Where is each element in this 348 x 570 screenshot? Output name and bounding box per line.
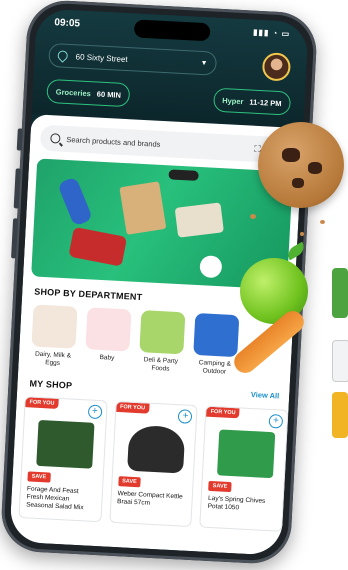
product-card[interactable]: FOR YOU + SAVE Lay's Spring Chives Potat…	[199, 405, 289, 532]
department-label: Dairy, Milk & Eggs	[34, 350, 72, 367]
search-input[interactable]: Search products and brands	[66, 134, 161, 148]
camping-tile	[193, 312, 240, 358]
hyper-chip[interactable]: Hyper 11-12 PM	[212, 87, 292, 116]
department-baby[interactable]: Baby	[84, 307, 132, 371]
product-name: Lay's Spring Chives Potat 1050	[207, 494, 266, 512]
braai-image	[126, 424, 186, 474]
product-name: Forage And Feast Fresh Mexican Seasonal …	[25, 484, 84, 512]
save-badge: SAVE	[27, 470, 51, 483]
avatar[interactable]	[261, 52, 292, 82]
deli-tile	[139, 310, 186, 355]
herb-image	[332, 268, 348, 318]
location-pin-icon	[55, 48, 70, 63]
department-label: Camping & Outdoor	[198, 359, 232, 376]
mop-image	[57, 176, 93, 227]
department-dairy[interactable]: Dairy, Milk & Eggs	[30, 304, 78, 368]
product-name: Weber Compact Kettle Braai 57cm	[116, 489, 183, 507]
location-selector[interactable]: 60 Sixty Street ▼	[48, 42, 218, 76]
save-badge: SAVE	[208, 480, 232, 492]
chocolate-chip	[308, 162, 322, 174]
view-all-link[interactable]: View All	[251, 390, 280, 400]
product-list: FOR YOU + SAVE Forage And Feast Fresh Me…	[18, 395, 289, 532]
oil-image	[332, 392, 348, 438]
cookie-crumb	[320, 220, 325, 224]
cookie-crumb	[300, 232, 304, 236]
for-you-badge: FOR YOU	[206, 406, 240, 418]
search-icon	[50, 133, 61, 144]
department-label: Baby	[99, 353, 115, 362]
delivery-chips: Groceries 60 MIN Hyper 11-12 PM	[46, 78, 292, 116]
for-you-badge: FOR YOU	[25, 396, 59, 409]
mute-switch	[16, 128, 23, 151]
chocolate-chip	[282, 148, 300, 162]
myshop-title: MY SHOP	[29, 377, 73, 391]
cookie-image	[258, 122, 344, 208]
status-time: 09:05	[54, 17, 81, 30]
glasses-image	[168, 169, 199, 181]
ball-image	[199, 255, 223, 279]
milk-image	[332, 340, 348, 382]
department-label: Deli & Party Foods	[143, 356, 179, 373]
add-to-cart-icon[interactable]: +	[268, 413, 284, 429]
department-deli[interactable]: Deli & Party Foods	[138, 310, 186, 374]
product-card[interactable]: FOR YOU + SAVE Weber Compact Kettle Braa…	[109, 400, 198, 527]
department-camping[interactable]: Camping & Outdoor	[192, 312, 240, 377]
dairy-tile	[31, 304, 78, 349]
status-icons: ▮▮▮ ◔ ▭	[252, 27, 291, 39]
app-header: 09:05 ▮▮▮ ◔ ▭ 60 Sixty Street ▼ Grocerie…	[31, 8, 309, 129]
salad-image	[36, 419, 95, 469]
groceries-chip[interactable]: Groceries 60 MIN	[46, 78, 131, 108]
cookie-crumb	[250, 214, 256, 219]
chevron-down-icon: ▼	[200, 59, 208, 67]
add-to-cart-icon[interactable]: +	[178, 408, 193, 424]
volume-up-button	[13, 168, 21, 209]
search-bar[interactable]: Search products and brands ⛶ 🎙	[39, 124, 293, 164]
microwave-image	[174, 202, 224, 238]
groceries-label: Groceries	[55, 86, 92, 98]
hyper-label: Hyper	[221, 95, 244, 106]
baby-tile	[85, 307, 132, 352]
pram-image	[68, 226, 128, 267]
for-you-badge: FOR YOU	[115, 401, 150, 414]
add-to-cart-icon[interactable]: +	[87, 404, 103, 419]
product-card[interactable]: FOR YOU + SAVE Forage And Feast Fresh Me…	[18, 395, 108, 522]
chips-image	[217, 428, 276, 478]
volume-down-button	[11, 218, 19, 259]
bag-image	[119, 181, 167, 235]
location-label: 60 Sixty Street	[75, 51, 128, 64]
save-badge: SAVE	[117, 475, 142, 487]
chocolate-chip	[292, 178, 304, 188]
groceries-time: 60 MIN	[96, 88, 122, 100]
hyper-time: 11-12 PM	[249, 96, 282, 108]
